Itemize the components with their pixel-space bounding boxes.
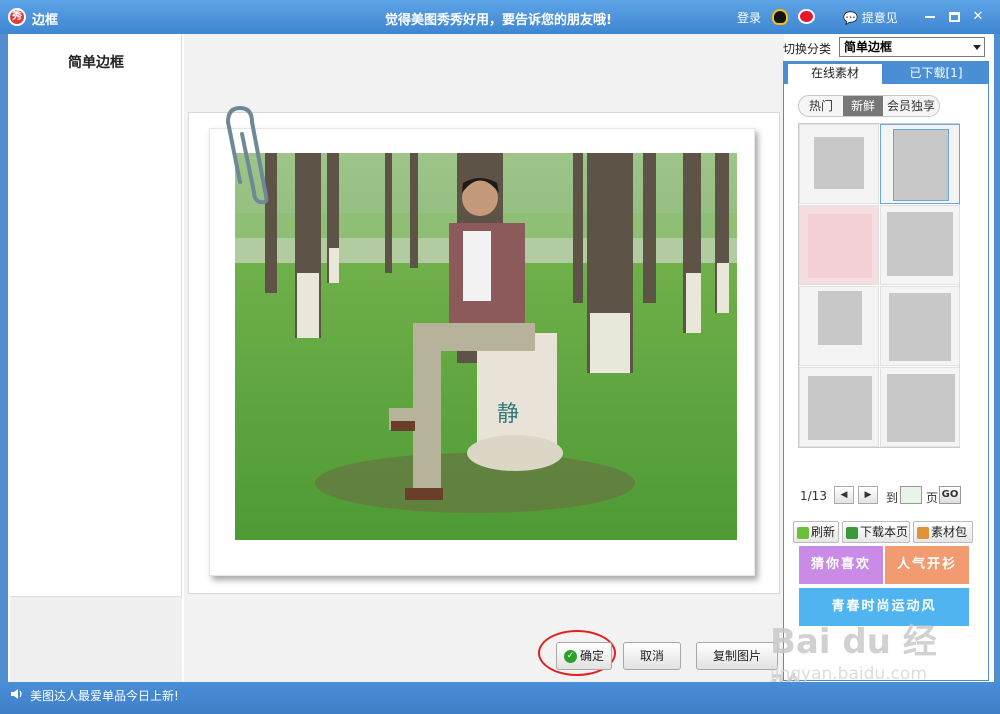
feedback-link[interactable]: 💬 提意见 [843,9,898,26]
subtab-group: 热门 新鲜 会员独享 [798,95,940,117]
frame-thumbnail[interactable] [799,286,879,366]
check-icon: ✓ [563,650,577,663]
baidu-watermark: Bai du 经验 jingyan.baidu.com [770,612,960,711]
maximize-button[interactable] [944,7,964,27]
minimize-button[interactable] [920,7,940,27]
package-icon [917,526,929,539]
refresh-icon [797,526,809,539]
tab-downloaded[interactable]: 已下载[1] [884,64,988,84]
speaker-icon [11,689,22,699]
goto-label: 到 [886,491,899,505]
subtab-hot[interactable]: 热门 [799,96,843,116]
refresh-label: 刷新 [811,525,836,539]
category-select-value: 简单边框 [844,40,893,54]
confirm-button[interactable]: ✓ 确定 [556,642,612,670]
frame-thumbnail[interactable] [880,205,960,285]
feedback-label: 提意见 [861,11,898,25]
title-slogan: 觉得美图秀秀好用，要告诉您的朋友哦! [385,13,612,28]
frame-thumbnail[interactable] [799,205,879,285]
title-bar: 秀 边框 觉得美图秀秀好用，要告诉您的朋友哦! 登录 💬 提意见 ✕ [0,0,1000,34]
copy-image-button[interactable]: 复制图片 [696,642,778,670]
frame-thumbnail[interactable] [799,124,879,204]
page-unit-label: 页 [926,491,939,505]
material-pack-button[interactable]: 素材包 [913,521,973,543]
photo-image: 静 [235,153,737,540]
left-panel-footer [10,596,182,682]
left-panel: 简单边框 [10,34,182,682]
cancel-button[interactable]: 取消 [623,642,681,670]
frame-thumbnail[interactable] [880,367,960,447]
weibo-icon[interactable] [798,9,815,24]
bag-text: 静 [497,402,519,427]
page-input[interactable] [900,486,922,504]
window-title: 边框 [32,13,59,28]
qq-icon[interactable] [772,9,788,25]
tab-online-materials[interactable]: 在线素材 [788,64,882,84]
next-page-button[interactable]: ▶ [858,486,878,504]
prev-page-button[interactable]: ◀ [834,486,854,504]
go-button[interactable]: GO [939,486,961,504]
photo-frame-preview: 静 [209,128,755,576]
frame-thumbnail[interactable] [880,286,960,366]
material-pack-label: 素材包 [931,525,968,539]
category-label: 切换分类 [783,42,832,56]
subtab-vip[interactable]: 会员独享 [883,96,939,116]
chevron-down-icon [973,45,981,50]
frame-thumbnail[interactable] [880,124,960,204]
status-message[interactable]: 美图达人最爱单品今日上新! [30,687,179,704]
category-select[interactable]: 简单边框 [839,37,985,57]
tab-row: 在线素材 已下载[1] [784,62,988,84]
refresh-button[interactable]: 刷新 [793,521,839,543]
pager: 1/13 ◀ ▶ 到 页 GO [798,486,978,506]
workspace: 静 ✓ 确定 取消 复制图片 [184,34,784,682]
frame-thumbnail-grid [798,123,960,448]
frame-thumbnail[interactable] [799,367,879,447]
material-tabs: 在线素材 已下载[1] 热门 新鲜 会员独享 1/13 ◀ ▶ 到 页 GO 刷… [783,61,989,681]
close-button[interactable]: ✕ [968,7,988,27]
feedback-icon: 💬 [843,11,858,25]
banner-guess-you-like[interactable]: 猜你喜欢 [799,546,883,584]
status-bar: 美图达人最爱单品今日上新! [0,682,1000,714]
download-page-label: 下载本页 [860,525,909,539]
confirm-button-label: 确定 [579,649,604,663]
main-client-area: 简单边框 静 ✓ 确定 取消 复制图片 切换分类 简单边框 在线素材 已下载[1… [8,34,994,682]
subtab-new[interactable]: 新鲜 [843,96,883,116]
paperclip-icon [226,105,269,204]
page-indicator: 1/13 [800,489,827,503]
left-panel-title: 简单边框 [68,55,124,71]
app-logo-icon: 秀 [8,8,26,26]
banner-popular[interactable]: 人气开衫 [885,546,969,584]
download-icon [846,526,858,539]
login-link[interactable]: 登录 [737,9,761,26]
download-page-button[interactable]: 下载本页 [842,521,910,543]
watermark-url: jingyan.baidu.com [770,664,927,684]
right-panel: 切换分类 简单边框 在线素材 已下载[1] 热门 新鲜 会员独享 1/13 ◀ … [783,34,994,682]
